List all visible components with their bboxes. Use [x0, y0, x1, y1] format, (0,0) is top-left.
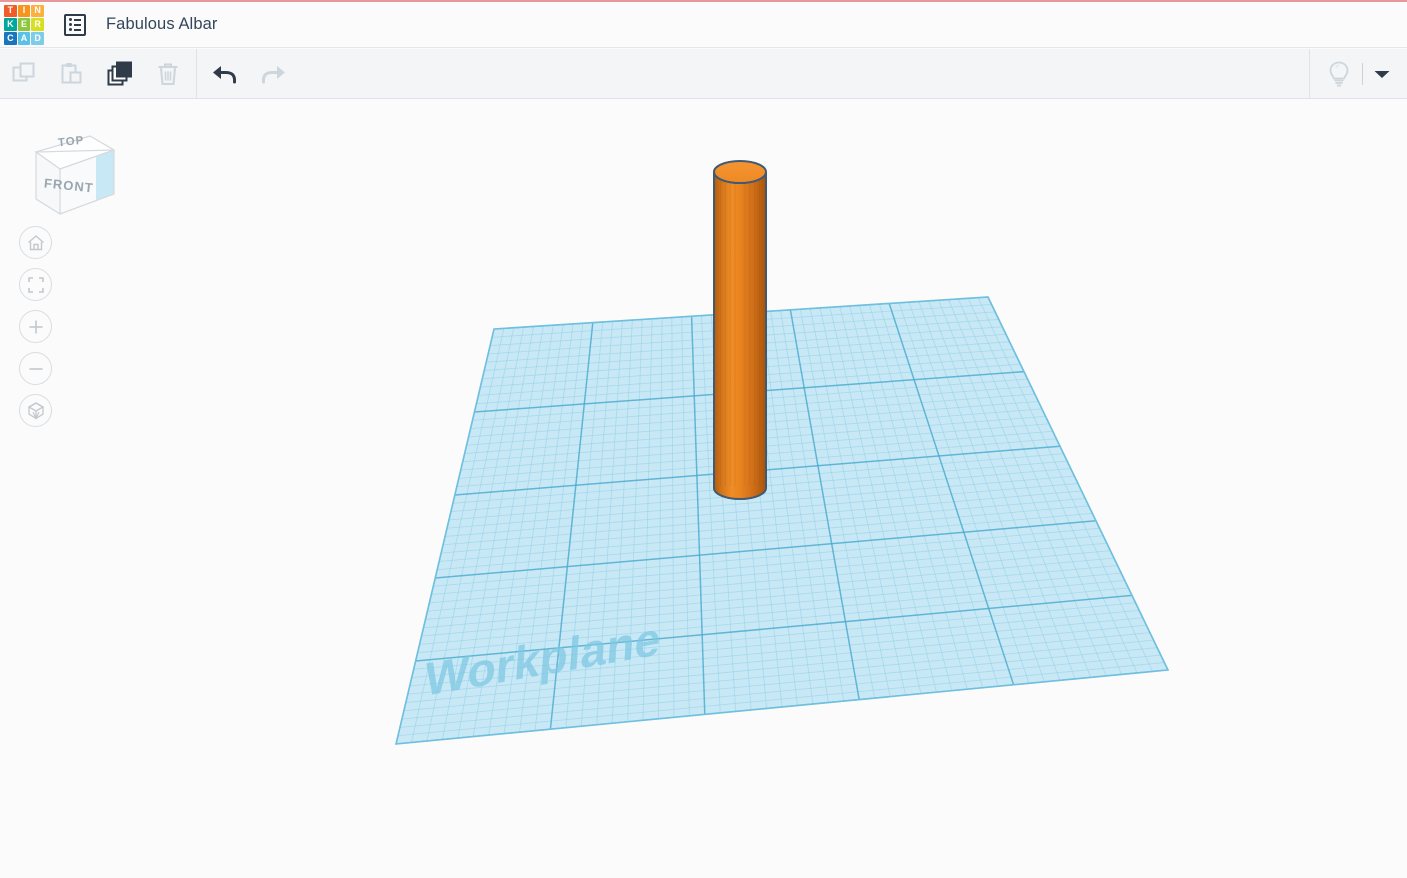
view-cube[interactable]: TOP FRONT — [16, 114, 126, 219]
edit-tools-group — [0, 49, 192, 99]
navigation-controls — [19, 226, 52, 427]
delete-button[interactable] — [144, 49, 192, 99]
view-options-group — [1309, 48, 1407, 99]
logo-cell-a: A — [17, 31, 31, 45]
properties-panel-button[interactable] — [62, 12, 88, 38]
cylinder-body — [713, 171, 767, 500]
redo-button[interactable] — [249, 49, 297, 99]
logo-cell-e: E — [17, 18, 31, 31]
logo-cell-n: N — [31, 4, 44, 18]
trash-icon — [158, 63, 178, 85]
dropdown-caret-button[interactable] — [1363, 49, 1401, 99]
document-title[interactable]: Fabulous Albar — [106, 15, 217, 34]
copy-button[interactable] — [0, 49, 48, 99]
redo-arrow-icon — [261, 65, 285, 83]
minus-icon — [29, 367, 42, 370]
logo-cell-k: K — [4, 18, 17, 31]
copy-icon — [12, 62, 35, 81]
zoom-in-button[interactable] — [19, 310, 52, 343]
duplicate-button[interactable] — [96, 49, 144, 99]
plus-icon — [29, 320, 42, 333]
history-tools-group — [201, 49, 297, 99]
lightbulb-button[interactable] — [1316, 49, 1362, 99]
fit-to-view-button[interactable] — [19, 268, 52, 301]
ortho-cube-icon — [27, 401, 44, 420]
toolbar-separator — [196, 48, 197, 99]
cylinder-shape[interactable] — [713, 160, 767, 500]
logo-cell-c: C — [4, 31, 17, 45]
home-icon — [27, 234, 44, 250]
logo-cell-i: I — [17, 4, 31, 18]
projection-toggle-button[interactable] — [19, 394, 52, 427]
duplicate-icon — [107, 61, 132, 85]
tinkercad-app: TIN KER CAD Fabulous Albar Workplane TOP F… — [0, 0, 1407, 878]
paste-icon — [61, 62, 82, 83]
paste-button[interactable] — [48, 49, 96, 99]
scene-svg: Workplane — [394, 160, 1170, 745]
app-header: TIN KER CAD Fabulous Albar — [0, 2, 1407, 48]
logo-cell-d: D — [31, 31, 44, 45]
list-panel-icon — [64, 13, 86, 36]
cylinder-top-cap — [713, 160, 767, 184]
fit-frame-icon — [27, 276, 44, 293]
lightbulb-icon — [1329, 61, 1349, 86]
3d-canvas[interactable]: Workplane TOP FRONT — [0, 100, 1407, 878]
zoom-out-button[interactable] — [19, 352, 52, 385]
main-toolbar — [0, 48, 1407, 99]
undo-button[interactable] — [201, 49, 249, 99]
home-view-button[interactable] — [19, 226, 52, 259]
tinkercad-logo[interactable]: TIN KER CAD — [2, 3, 46, 47]
logo-cell-r: R — [31, 18, 44, 31]
logo-cell-t: T — [4, 4, 17, 18]
view-cube-icon — [34, 135, 116, 215]
chevron-down-icon — [1374, 70, 1390, 78]
undo-arrow-icon — [213, 65, 237, 83]
